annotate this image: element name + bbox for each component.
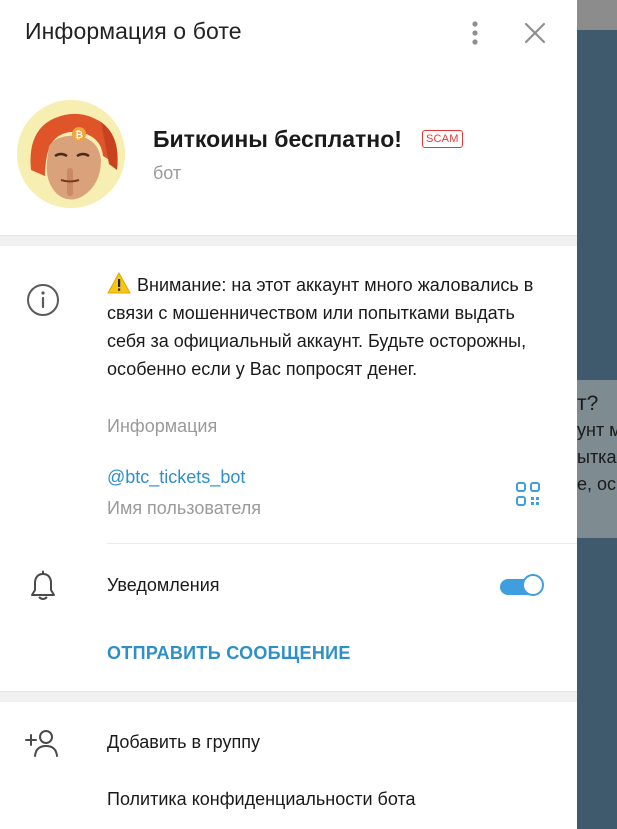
background-message: т? унт м ыткам е, осо <box>577 380 617 538</box>
info-icon <box>25 282 61 318</box>
bell-icon <box>28 570 58 602</box>
warning-text: Внимание: на этот аккаунт много жаловали… <box>107 275 534 379</box>
bot-info-panel: Информация о боте ₿ Биткоины бесплатно! … <box>0 0 577 829</box>
scam-badge: SCAM <box>422 130 463 148</box>
close-icon[interactable] <box>520 18 550 48</box>
bot-type-label: бот <box>153 163 182 183</box>
section-divider <box>0 235 577 246</box>
panel-header: Информация о боте <box>0 0 577 66</box>
section-divider <box>0 691 577 702</box>
background-message-line: ыткам <box>577 447 617 467</box>
background-chat: т? унт м ыткам е, осо <box>577 0 617 829</box>
add-user-icon <box>24 728 60 758</box>
svg-text:₿: ₿ <box>75 129 83 141</box>
description-label: Информация <box>107 416 218 436</box>
notifications-toggle[interactable] <box>500 573 546 599</box>
panel-title: Информация о боте <box>25 18 242 44</box>
send-message-button[interactable]: ОТПРАВИТЬ СООБЩЕНИЕ <box>107 643 351 664</box>
background-message-line: е, осо <box>577 474 617 494</box>
bot-description: Внимание: на этот аккаунт много жаловали… <box>107 271 547 383</box>
add-to-group-button[interactable]: Добавить в группу <box>107 732 260 753</box>
privacy-policy-button[interactable]: Политика конфиденциальности бота <box>107 789 416 810</box>
profile-section: ₿ Биткоины бесплатно! SCAM бот <box>0 90 577 230</box>
background-chat-header <box>577 0 617 30</box>
username-label: Имя пользователя <box>107 498 262 518</box>
notifications-label: Уведомления <box>107 575 220 595</box>
username-link[interactable]: @btc_tickets_bot <box>107 467 245 488</box>
background-message-line: унт м <box>577 420 617 440</box>
background-message-line: т? <box>577 392 599 415</box>
more-vertical-icon[interactable] <box>465 18 485 48</box>
warning-icon <box>107 271 131 294</box>
bot-name: Биткоины бесплатно! <box>153 126 402 152</box>
toggle-knob <box>522 574 544 596</box>
row-separator <box>107 543 577 544</box>
avatar[interactable]: ₿ <box>17 100 125 208</box>
qr-code-icon[interactable] <box>514 480 542 508</box>
